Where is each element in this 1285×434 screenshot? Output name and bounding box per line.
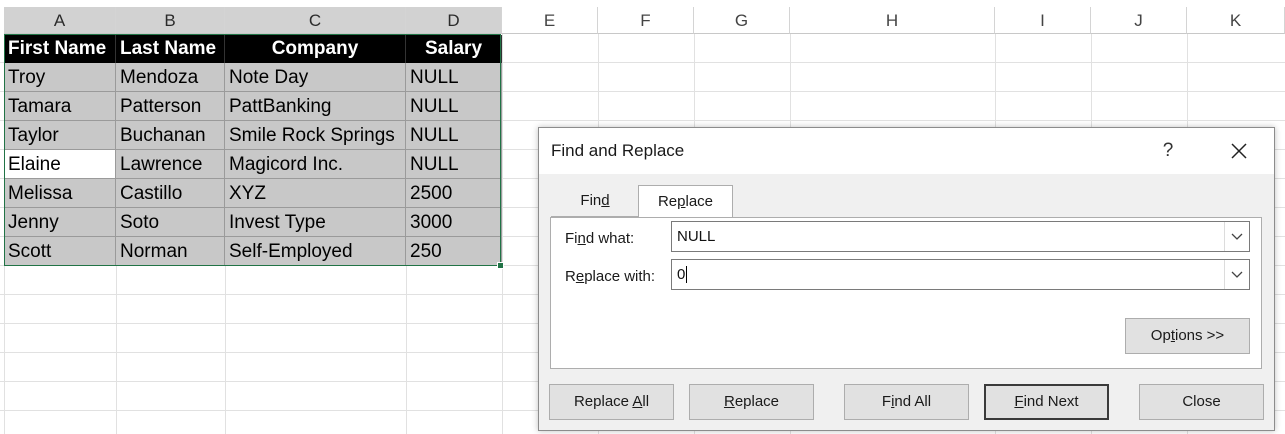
table-cell[interactable]: Troy [4, 63, 116, 92]
find-all-button[interactable]: Find All [844, 384, 969, 420]
tab-replace[interactable]: Replace [638, 185, 733, 218]
find-what-label: Find what: [565, 230, 634, 247]
column-header-f[interactable]: F [598, 7, 694, 34]
table-cell[interactable]: Invest Type [225, 208, 406, 237]
replace-all-accesskey: A [632, 393, 643, 410]
replace-with-label-rest: place with: [584, 268, 656, 285]
replace-tab-panel: Find what: NULL Replace with: 0 Options … [550, 217, 1262, 369]
dialog-title: Find and Replace [551, 141, 685, 160]
table-cell[interactable]: Patterson [116, 92, 225, 121]
find-all-label: F [881, 393, 892, 410]
options-label: Op [1150, 327, 1171, 344]
column-header-b[interactable]: B [116, 7, 225, 34]
table-cell[interactable]: PattBanking [225, 92, 406, 121]
replace-all-button[interactable]: Replace All [549, 384, 674, 420]
column-header-a[interactable]: A [4, 7, 116, 34]
column-header-d[interactable]: D [406, 7, 502, 34]
replace-with-label: Replace with: [565, 268, 655, 285]
replace-with-label-text: R [565, 268, 576, 285]
replace-with-accesskey: e [575, 268, 585, 285]
table-cell[interactable]: Scott [4, 237, 116, 266]
dialog-titlebar[interactable]: Find and Replace ? [539, 128, 1274, 174]
header-cell-last-name[interactable]: Last Name [116, 35, 225, 63]
chevron-down-icon[interactable] [1224, 222, 1249, 251]
column-header-h[interactable]: H [790, 7, 995, 34]
header-cell-first-name[interactable]: First Name [4, 35, 116, 63]
text-caret [686, 266, 687, 283]
find-next-accesskey: F [1014, 393, 1024, 410]
find-next-label-rest: ind Next [1023, 393, 1079, 410]
header-cell-salary[interactable]: Salary [406, 35, 502, 63]
table-cell[interactable]: 2500 [406, 179, 502, 208]
replace-with-combobox[interactable]: 0 [671, 259, 1250, 290]
find-what-accesskey: n [577, 230, 586, 247]
find-what-combobox[interactable]: NULL [671, 221, 1250, 252]
table-cell[interactable]: NULL [406, 121, 502, 150]
table-cell[interactable]: Tamara [4, 92, 116, 121]
table-cell[interactable]: Soto [116, 208, 225, 237]
fill-handle[interactable] [497, 262, 504, 269]
header-cell-company[interactable]: Company [225, 35, 406, 63]
tab-replace-accesskey: p [677, 193, 686, 210]
table-cell[interactable]: Taylor [4, 121, 116, 150]
tab-find-accesskey: d [601, 192, 610, 209]
table-cell[interactable]: Mendoza [116, 63, 225, 92]
table-cell[interactable]: NULL [406, 150, 502, 179]
close-label: Close [1182, 393, 1221, 410]
replace-with-input[interactable]: 0 [677, 260, 685, 289]
tab-replace-label: Re [657, 193, 678, 210]
tab-find[interactable]: Find [551, 185, 639, 217]
find-what-label-rest: d what: [585, 230, 635, 247]
tab-replace-label-rest: lace [685, 193, 714, 210]
close-icon[interactable] [1222, 134, 1256, 168]
find-replace-dialog: Find and Replace ? Find Replace Find wha… [538, 127, 1275, 431]
table-cell[interactable]: NULL [406, 92, 502, 121]
table-cell[interactable]: Smile Rock Springs [225, 121, 406, 150]
table-cell[interactable]: Castillo [116, 179, 225, 208]
table-cell[interactable]: NULL [406, 63, 502, 92]
find-what-input[interactable]: NULL [677, 222, 715, 251]
column-header-k[interactable]: K [1187, 7, 1285, 34]
column-header-c[interactable]: C [225, 7, 406, 34]
options-label-rest: ions >> [1174, 327, 1225, 344]
table-cell[interactable]: 250 [406, 237, 502, 266]
replace-all-label: Replace [573, 393, 633, 410]
table-cell[interactable]: Norman [116, 237, 225, 266]
replace-label-rest: eplace [734, 393, 780, 410]
table-cell[interactable]: Lawrence [116, 150, 225, 179]
help-button[interactable]: ? [1154, 136, 1182, 166]
tab-find-label: Fin [580, 192, 602, 209]
table-cell[interactable]: XYZ [225, 179, 406, 208]
column-header-g[interactable]: G [694, 7, 790, 34]
table-cell[interactable]: Melissa [4, 179, 116, 208]
table-cell[interactable]: Note Day [225, 63, 406, 92]
find-next-button[interactable]: Find Next [984, 384, 1109, 420]
find-what-label-text: Fi [565, 230, 578, 247]
replace-accesskey: R [723, 393, 735, 410]
table-cell[interactable]: Magicord Inc. [225, 150, 406, 179]
column-header-i[interactable]: I [995, 7, 1091, 34]
replace-button[interactable]: Replace [689, 384, 814, 420]
column-header-e[interactable]: E [502, 7, 598, 34]
close-button[interactable]: Close [1139, 384, 1264, 420]
table-cell[interactable]: 3000 [406, 208, 502, 237]
column-header-j[interactable]: J [1091, 7, 1187, 34]
replace-all-label-rest: ll [642, 393, 650, 410]
find-all-label-rest: nd All [894, 393, 932, 410]
gridline [502, 34, 503, 434]
table-cell[interactable]: Jenny [4, 208, 116, 237]
options-button[interactable]: Options >> [1125, 318, 1250, 354]
chevron-down-icon[interactable] [1224, 260, 1249, 289]
table-cell[interactable]: Buchanan [116, 121, 225, 150]
table-cell[interactable]: Self-Employed [225, 237, 406, 266]
active-cell[interactable]: Elaine [4, 150, 116, 179]
